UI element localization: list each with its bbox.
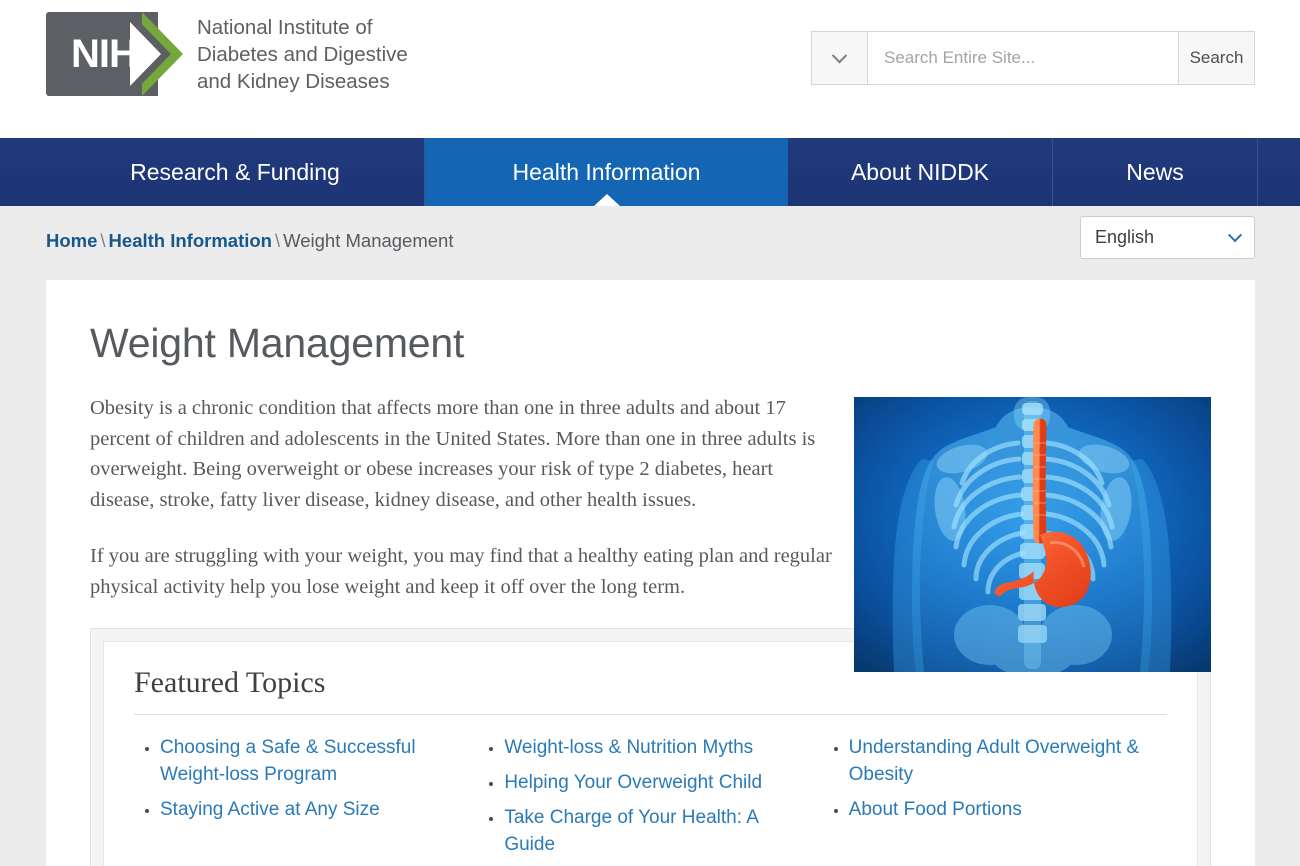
featured-topics-divider	[134, 714, 1167, 715]
featured-topics-column-3: Understanding Adult Overweight & Obesity…	[823, 735, 1167, 866]
site-search: Search	[811, 31, 1255, 85]
chevron-down-icon	[831, 47, 848, 63]
nih-arrow-logo-icon: NIH	[46, 12, 183, 96]
search-scope-dropdown[interactable]	[812, 32, 868, 84]
breadcrumb: Home \ Health Information \ Weight Managemen…	[46, 230, 453, 252]
list-item: Helping Your Overweight Child	[504, 770, 808, 797]
digestive-system-illustration	[854, 397, 1211, 672]
featured-topics-columns: Choosing a Safe & Successful Weight-loss…	[134, 735, 1167, 866]
featured-topics-list: Choosing a Safe & Successful Weight-loss…	[134, 735, 478, 824]
intro-text: Obesity is a chronic condition that affe…	[90, 393, 835, 602]
nav-item-label: Health Information	[512, 158, 701, 185]
language-select-value: English	[1095, 227, 1155, 247]
intro-section: Obesity is a chronic condition that affe…	[46, 393, 1255, 672]
featured-topics-list: Understanding Adult Overweight & Obesity…	[823, 735, 1167, 824]
main-navigation: Research & Funding Health Information Ab…	[0, 138, 1300, 206]
featured-topics-list: Weight-loss & Nutrition Myths Helping Yo…	[478, 735, 822, 859]
featured-topics-column-1: Choosing a Safe & Successful Weight-loss…	[134, 735, 478, 866]
right-gutter	[1255, 206, 1300, 866]
page-root: NIH National Institute of Diabetes and D…	[0, 0, 1300, 866]
nih-niddk-logo[interactable]: NIH National Institute of Diabetes and D…	[46, 12, 408, 96]
institute-name-line1: National Institute of	[197, 15, 373, 39]
content-card: Weight Management Obesity is a chronic c…	[46, 280, 1255, 866]
chevron-down-icon	[1227, 227, 1243, 242]
featured-topic-link[interactable]: About Food Portions	[849, 799, 1022, 820]
list-item: Weight-loss & Nutrition Myths	[504, 735, 808, 762]
digestive-system-svg	[854, 397, 1211, 672]
page-title: Weight Management	[90, 320, 465, 366]
list-item: Understanding Adult Overweight & Obesity	[849, 735, 1153, 789]
breadcrumb-row: Home \ Health Information \ Weight Managemen…	[0, 206, 1300, 280]
nav-item-health-information[interactable]: Health Information	[425, 138, 788, 206]
featured-topic-link[interactable]: Choosing a Safe & Successful Weight-loss…	[160, 737, 416, 785]
active-tab-caret-icon	[593, 194, 620, 206]
breadcrumb-separator: \	[274, 230, 281, 251]
search-input[interactable]	[868, 32, 1178, 84]
logo-acronym: NIH	[71, 32, 138, 76]
search-button[interactable]: Search	[1178, 32, 1254, 84]
site-header: NIH National Institute of Diabetes and D…	[0, 0, 1300, 138]
breadcrumb-link-health-information[interactable]: Health Information	[109, 230, 272, 251]
nav-item-label: Research & Funding	[130, 158, 340, 185]
featured-topic-link[interactable]: Staying Active at Any Size	[160, 799, 380, 820]
featured-topic-link[interactable]: Understanding Adult Overweight & Obesity	[849, 737, 1139, 785]
institute-name: National Institute of Diabetes and Diges…	[197, 14, 408, 95]
list-item: Take Charge of Your Health: A Guide	[504, 805, 808, 859]
language-select[interactable]: English	[1080, 216, 1255, 259]
breadcrumb-current: Weight Management	[283, 230, 454, 251]
breadcrumb-link-home[interactable]: Home	[46, 230, 97, 251]
list-item: Staying Active at Any Size	[160, 797, 464, 824]
nav-item-about-niddk[interactable]: About NIDDK	[788, 138, 1053, 206]
intro-paragraph-2: If you are struggling with your weight, …	[90, 545, 832, 598]
featured-topic-link[interactable]: Helping Your Overweight Child	[504, 772, 762, 793]
nav-right-spacer	[1258, 138, 1300, 206]
intro-paragraph-1: Obesity is a chronic condition that affe…	[90, 397, 816, 511]
nav-left-spacer	[0, 138, 46, 206]
list-item: Choosing a Safe & Successful Weight-loss…	[160, 735, 464, 789]
list-item: About Food Portions	[849, 797, 1153, 824]
nav-item-research-funding[interactable]: Research & Funding	[46, 138, 425, 206]
institute-name-line2: Diabetes and Digestive	[197, 42, 408, 66]
nav-item-label: About NIDDK	[850, 158, 990, 185]
featured-topic-link[interactable]: Take Charge of Your Health: A Guide	[504, 807, 758, 855]
breadcrumb-separator: \	[100, 230, 106, 251]
featured-topics-column-2: Weight-loss & Nutrition Myths Helping Yo…	[478, 735, 822, 866]
nav-item-label: News	[1126, 158, 1184, 185]
institute-name-line3: and Kidney Diseases	[197, 69, 390, 93]
featured-topics-card: Featured Topics Choosing a Safe & Succes…	[103, 641, 1198, 866]
nav-item-news[interactable]: News	[1053, 138, 1258, 206]
featured-topic-link[interactable]: Weight-loss & Nutrition Myths	[504, 737, 753, 758]
